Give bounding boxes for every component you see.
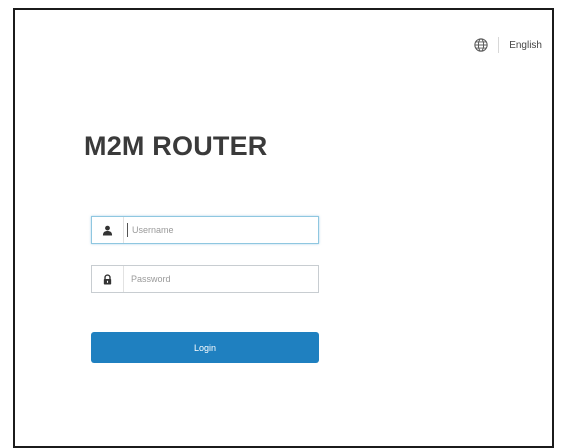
user-icon bbox=[92, 217, 124, 243]
password-input[interactable] bbox=[124, 265, 313, 293]
globe-icon[interactable] bbox=[474, 38, 488, 52]
brand-title: M2M ROUTER bbox=[84, 131, 268, 161]
username-field[interactable] bbox=[91, 216, 319, 244]
login-page: English M2M ROUTER Login bbox=[13, 8, 554, 448]
language-selector[interactable]: English bbox=[474, 37, 542, 53]
lock-icon bbox=[92, 266, 124, 292]
login-button[interactable]: Login bbox=[91, 332, 319, 363]
language-divider bbox=[498, 37, 500, 53]
username-input[interactable] bbox=[127, 223, 314, 237]
password-field[interactable] bbox=[91, 265, 319, 293]
language-label[interactable]: English bbox=[509, 40, 542, 51]
